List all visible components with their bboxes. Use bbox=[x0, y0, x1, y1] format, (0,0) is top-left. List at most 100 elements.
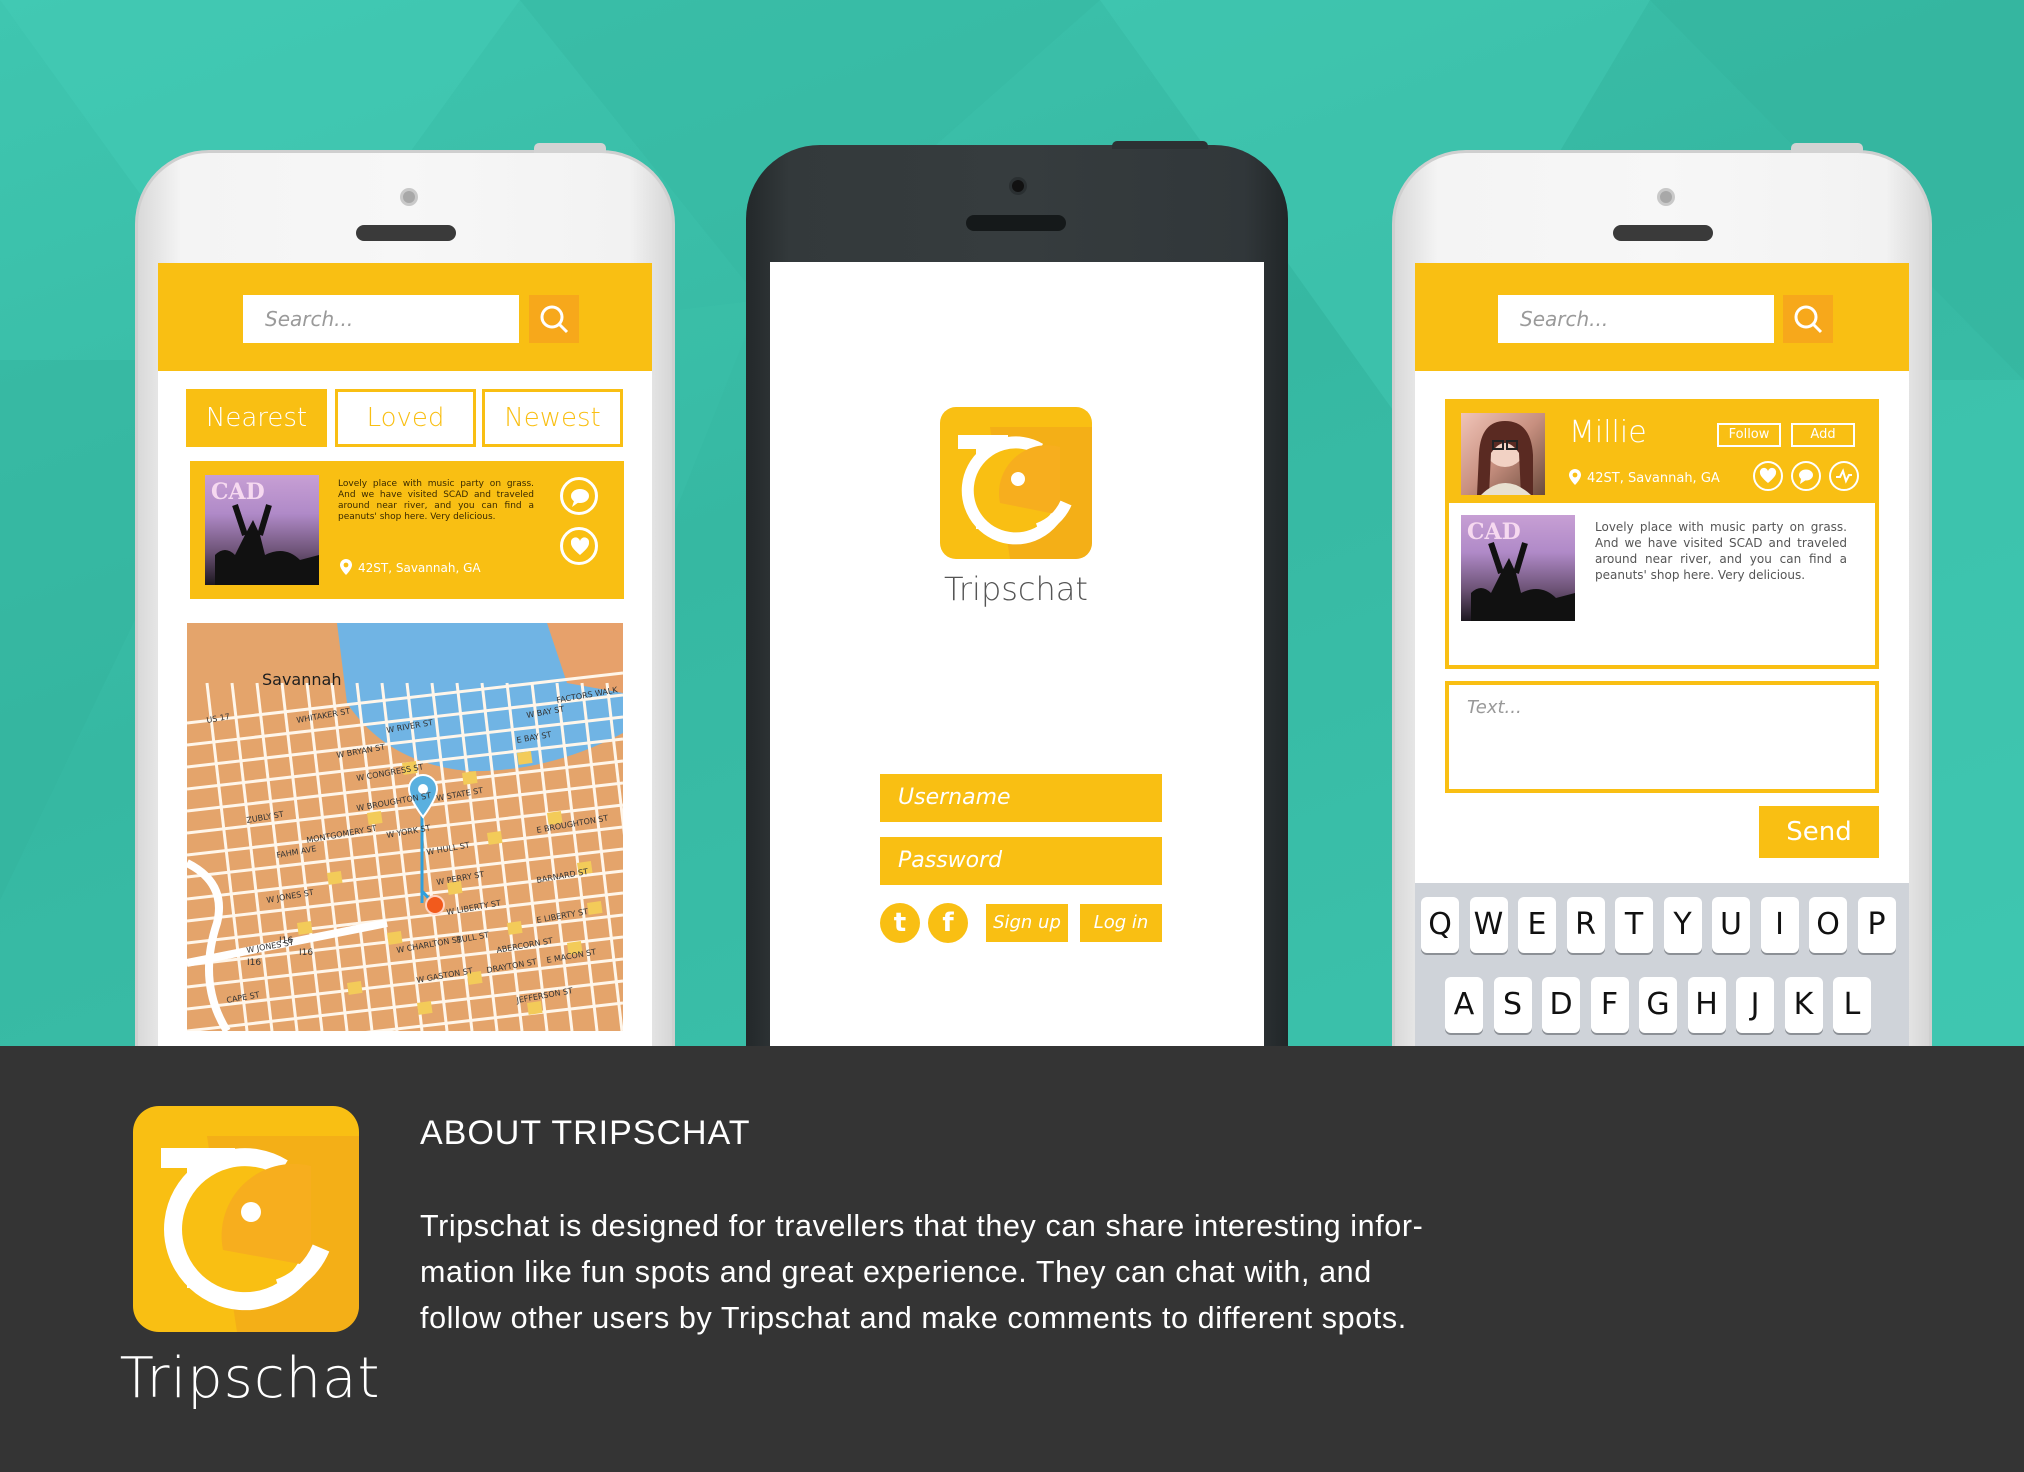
tripschat-logo-icon bbox=[958, 427, 1092, 559]
map-highway-label: I16 bbox=[299, 948, 313, 958]
key-l[interactable]: L bbox=[1833, 977, 1871, 1033]
map-street-label: W GASTON ST bbox=[416, 966, 474, 985]
key-d[interactable]: D bbox=[1542, 977, 1580, 1033]
add-button[interactable]: Add bbox=[1791, 423, 1855, 447]
location-pin-icon bbox=[340, 559, 352, 575]
location-pin-icon bbox=[1569, 469, 1581, 485]
profile-message-button[interactable] bbox=[1791, 461, 1821, 491]
map-city-label: Savannah bbox=[262, 670, 341, 689]
key-h[interactable]: H bbox=[1687, 977, 1726, 1033]
facebook-icon: f bbox=[942, 908, 954, 938]
post-location-text: 42ST, Savannah, GA bbox=[358, 561, 481, 575]
signup-button[interactable]: Sign up bbox=[986, 904, 1068, 942]
key-w[interactable]: W bbox=[1469, 897, 1508, 953]
key-o[interactable]: O bbox=[1809, 897, 1847, 953]
power-button bbox=[1112, 141, 1208, 149]
profile-post-description: Lovely place with music party on grass. … bbox=[1595, 520, 1847, 582]
about-description: Tripschat is designed for travellers tha… bbox=[420, 1203, 1580, 1341]
right-screen: Search... Millie Follow Add 42ST, Savann… bbox=[1415, 263, 1909, 1046]
map-street-label: ABERCORN ST bbox=[496, 936, 554, 955]
profile-card: Millie Follow Add 42ST, Savannah, GA CAD bbox=[1445, 399, 1879, 669]
map-street-label: FAHM AVE bbox=[276, 844, 317, 860]
app-logo bbox=[940, 407, 1092, 559]
map-highway-label: I16 bbox=[247, 958, 261, 968]
city-map[interactable]: Savannah W RIVER ST W BAY ST W BRYAN ST W C… bbox=[187, 623, 623, 1031]
key-f[interactable]: F bbox=[1590, 977, 1629, 1033]
profile-avatar[interactable] bbox=[1461, 413, 1545, 495]
comment-button[interactable] bbox=[560, 477, 598, 515]
login-button[interactable]: Log in bbox=[1080, 904, 1162, 942]
onscreen-keyboard: QWERTYUIOP ASDFGHJKL bbox=[1415, 883, 1909, 1046]
search-button[interactable] bbox=[1783, 295, 1833, 343]
profile-header: Millie Follow Add 42ST, Savannah, GA bbox=[1449, 403, 1875, 503]
key-k[interactable]: K bbox=[1784, 977, 1823, 1033]
key-a[interactable]: A bbox=[1445, 977, 1483, 1033]
tab-newest[interactable]: Newest bbox=[482, 389, 623, 447]
profile-name: Millie bbox=[1569, 415, 1647, 450]
comment-input[interactable]: Text... bbox=[1445, 681, 1879, 793]
center-screen: Tripschat Username Password t f Sign up … bbox=[770, 262, 1264, 1046]
earpiece-speaker bbox=[356, 225, 456, 241]
search-input[interactable]: Search... bbox=[1498, 295, 1774, 343]
post-card[interactable]: CAD Lovely place with music party on gra… bbox=[190, 461, 624, 599]
earpiece-speaker bbox=[966, 215, 1066, 231]
twitter-icon: t bbox=[893, 908, 907, 938]
destination-marker bbox=[425, 895, 445, 915]
footer-app-name: Tripschat bbox=[119, 1346, 381, 1411]
activity-icon bbox=[1836, 468, 1852, 484]
heart-icon bbox=[1759, 467, 1777, 483]
key-i[interactable]: I bbox=[1760, 897, 1799, 953]
heart-icon bbox=[570, 537, 590, 555]
facebook-button[interactable]: f bbox=[928, 903, 968, 943]
footer-app-logo bbox=[133, 1106, 359, 1332]
search-input[interactable]: Search... bbox=[243, 295, 519, 343]
key-p[interactable]: P bbox=[1857, 897, 1896, 953]
follow-button[interactable]: Follow bbox=[1717, 423, 1781, 447]
profile-location: 42ST, Savannah, GA bbox=[1569, 469, 1720, 486]
tab-loved[interactable]: Loved bbox=[335, 389, 476, 447]
key-j[interactable]: J bbox=[1736, 977, 1774, 1033]
app-title: Tripschat bbox=[944, 570, 1088, 608]
post-photo: CAD bbox=[205, 475, 319, 585]
map-graphic: Savannah W RIVER STW BAY STW BRYAN STW C… bbox=[187, 623, 623, 1031]
key-g[interactable]: G bbox=[1639, 977, 1677, 1033]
key-s[interactable]: S bbox=[1493, 977, 1532, 1033]
front-camera bbox=[1009, 177, 1027, 195]
send-button[interactable]: Send bbox=[1759, 806, 1879, 858]
map-street-label: W LIBERTY ST bbox=[446, 899, 502, 917]
key-u[interactable]: U bbox=[1712, 897, 1750, 953]
tripschat-logo-icon bbox=[161, 1136, 359, 1332]
comment-icon bbox=[571, 489, 589, 507]
key-r[interactable]: R bbox=[1566, 897, 1605, 953]
about-line: mation like fun spots and great experien… bbox=[420, 1255, 1372, 1289]
key-e[interactable]: E bbox=[1518, 897, 1556, 953]
power-button bbox=[534, 143, 606, 153]
key-q[interactable]: Q bbox=[1421, 897, 1459, 953]
post-description: Lovely place with music party on grass. … bbox=[338, 479, 534, 522]
profile-love-button[interactable] bbox=[1753, 461, 1783, 491]
front-camera bbox=[1657, 188, 1675, 206]
profile-post-photo-text: CAD bbox=[1467, 519, 1521, 545]
earpiece-speaker bbox=[1613, 225, 1713, 241]
front-camera bbox=[400, 188, 418, 206]
post-location: 42ST, Savannah, GA bbox=[340, 559, 481, 575]
post-photo-text: CAD bbox=[211, 479, 265, 505]
key-t[interactable]: T bbox=[1615, 897, 1653, 953]
about-title: ABOUT TRIPSCHAT bbox=[420, 1114, 751, 1152]
twitter-button[interactable]: t bbox=[880, 903, 920, 943]
search-icon bbox=[1794, 305, 1823, 334]
love-button[interactable] bbox=[560, 527, 598, 565]
search-button[interactable] bbox=[529, 295, 579, 343]
about-line: Tripschat is designed for travellers tha… bbox=[420, 1209, 1424, 1243]
profile-location-text: 42ST, Savannah, GA bbox=[1587, 471, 1720, 486]
map-street-label: W BRYAN ST bbox=[336, 743, 386, 760]
map-street-label: MONTGOMERY ST bbox=[306, 824, 378, 845]
map-street-label: W HULL ST bbox=[426, 840, 471, 856]
profile-activity-button[interactable] bbox=[1829, 461, 1859, 491]
key-y[interactable]: Y bbox=[1663, 897, 1702, 953]
power-button bbox=[1791, 143, 1863, 153]
tab-nearest[interactable]: Nearest bbox=[186, 389, 327, 447]
username-field[interactable]: Username bbox=[880, 774, 1162, 822]
password-field[interactable]: Password bbox=[880, 837, 1162, 885]
left-screen: Search... Nearest Loved Newest CAD Lovel… bbox=[158, 263, 652, 1046]
